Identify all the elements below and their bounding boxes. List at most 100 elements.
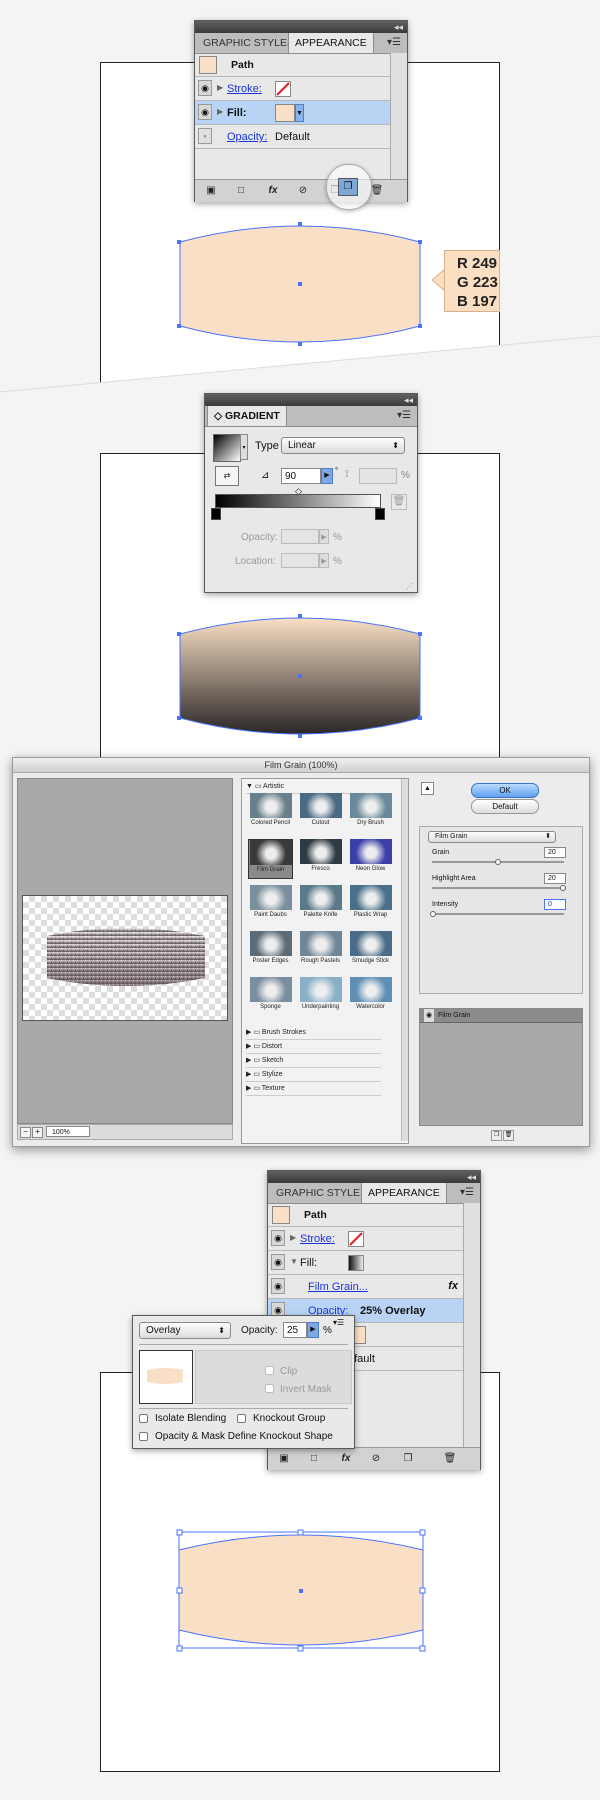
folder-item[interactable]: ▶ ▭ Distort [246,1041,381,1054]
param-slider-knob[interactable] [560,885,566,891]
gradient-stop-left-icon[interactable] [211,508,221,520]
filter-thumb[interactable]: Plastic Wrap [348,885,393,925]
folder-expand-icon[interactable]: ▶ ▭ [246,1057,262,1064]
opacity-input[interactable]: 25 [283,1322,307,1338]
filter-thumb[interactable]: Smudge Stick [348,931,393,971]
filter-thumb[interactable]: Film Grain [248,839,293,879]
type-select[interactable]: Linear ⬍ [281,437,405,454]
new-art-basic-icon[interactable]: ▣ [276,1451,292,1467]
fill-color-swatch[interactable] [275,104,295,122]
filter-thumb[interactable]: Paint Daubs [248,885,293,925]
opacity-mask-thumbnail[interactable] [139,1350,193,1404]
param-slider-track[interactable] [432,887,564,889]
default-button[interactable]: Default [471,799,539,814]
stop-location-input[interactable] [281,553,319,568]
folder-expand-icon[interactable]: ▶ ▭ [246,1071,262,1078]
duplicate-item-highlight-icon[interactable]: ❐ [338,178,358,196]
filter-select[interactable]: Film Grain ⬍ [428,831,556,843]
stroke-none-swatch[interactable] [275,81,291,97]
ok-button[interactable]: OK [471,783,539,798]
opacity-mask-knockout-checkbox[interactable] [139,1432,148,1441]
filter-thumb[interactable]: Colored Pencil [248,793,293,833]
fill-row[interactable]: ◉ ▼ Fill: [268,1251,464,1275]
collapse-icon[interactable]: ◂◂ [404,394,413,406]
delete-effect-layer-icon[interactable]: 🗑 [503,1130,514,1141]
collapse-icon[interactable]: ◂◂ [467,1171,476,1183]
folder-expand-icon[interactable]: ▶ ▭ [246,1043,262,1050]
panel-menu-icon[interactable]: ▾☰ [387,37,401,48]
visibility-eye-icon[interactable]: ◦ [198,128,212,144]
knockout-group-checkbox[interactable] [237,1414,246,1423]
opacity-dropdown-icon[interactable]: ▶ [307,1322,319,1338]
tab-appearance[interactable]: APPEARANCE [288,33,374,53]
fill-label[interactable]: Fill: [227,107,247,119]
visibility-eye-icon[interactable]: ◉ [198,104,212,120]
new-art-basic-icon[interactable]: ▣ [203,183,219,199]
filter-thumb[interactable]: Sponge [248,977,293,1017]
folder-item[interactable]: ▶ ▭ Texture [246,1083,381,1096]
filter-thumb[interactable]: Rough Pastels [298,931,343,971]
tab-graphic-styles[interactable]: GRAPHIC STYLES [270,1183,373,1203]
angle-input[interactable]: 90 [281,468,321,484]
gradient-stop-right-icon[interactable] [375,508,385,520]
param-input[interactable]: 20 [544,873,566,884]
stroke-label[interactable]: Stroke: [227,83,262,95]
stroke-label[interactable]: Stroke: [300,1233,335,1245]
panel-titlebar[interactable]: ◂◂ [268,1171,480,1183]
panel-scrollbar[interactable] [390,53,407,179]
tab-gradient[interactable]: ◇ GRADIENT [207,406,287,426]
panel-menu-icon[interactable]: ▾☰ [397,410,411,421]
panel-scrollbar[interactable] [463,1203,480,1447]
clear-appearance-icon[interactable]: □ [306,1451,322,1467]
visibility-eye-icon[interactable]: ◉ [271,1278,285,1294]
rounded-shape-gradient[interactable] [176,612,426,742]
opacity-row[interactable]: ◦ Opacity: Default [195,125,391,149]
param-input[interactable]: 0 [544,899,566,910]
effect-layer-row[interactable]: ◉ Film Grain [420,1009,582,1023]
param-input[interactable]: 20 [544,847,566,858]
aspect-ratio-input[interactable] [359,468,397,484]
zoom-out-icon[interactable]: − [20,1127,31,1138]
stop-opacity-dropdown-icon[interactable]: ▶ [319,529,329,544]
collapse-gallery-icon[interactable]: ▲ [421,782,434,795]
gradient-preview-swatch[interactable] [213,434,241,462]
fx-icon[interactable]: fx [338,1451,354,1467]
folder-expand-icon[interactable]: ▶ ▭ [246,1029,262,1036]
folder-item[interactable]: ▶ ▭ Sketch [246,1055,381,1068]
no-icon[interactable]: ⊘ [368,1451,384,1467]
fx-icon[interactable]: fx [265,183,281,199]
trash-icon[interactable]: 🗑 [442,1451,458,1467]
effect-film-grain-link[interactable]: Film Grain... [308,1281,368,1293]
expand-triangle-icon[interactable]: ▶ [290,1233,296,1242]
duplicate-item-icon[interactable]: ❐ [400,1451,416,1467]
expand-triangle-icon[interactable]: ▶ [217,83,223,92]
panel-titlebar[interactable]: ◂◂ [195,21,407,33]
panel-menu-icon[interactable]: ▾☰ [460,1187,474,1198]
collapse-icon[interactable]: ◂◂ [394,21,403,33]
tab-appearance[interactable]: APPEARANCE [361,1183,447,1203]
effect-row[interactable]: ◉ Film Grain... fx [268,1275,464,1299]
filter-thumb[interactable]: Cutout [298,793,343,833]
folder-item[interactable]: ▶ ▭ Stylize [246,1069,381,1082]
fill-row[interactable]: ◉ ▶ Fill: ▼ [195,101,391,125]
new-effect-layer-icon[interactable]: ❐ [491,1130,502,1141]
filter-thumb[interactable]: Palette Knife [298,885,343,925]
stop-location-dropdown-icon[interactable]: ▶ [319,553,329,568]
folder-expand-icon[interactable]: ▶ ▭ [246,1085,262,1092]
stop-opacity-input[interactable] [281,529,319,544]
stroke-row[interactable]: ◉ ▶ Stroke: [195,77,391,101]
resize-grip-icon[interactable]: ⋰ [406,582,414,591]
stroke-row[interactable]: ◉ ▶ Stroke: [268,1227,464,1251]
rounded-shape-3[interactable] [174,1528,428,1656]
filter-thumb[interactable]: Watercolor [348,977,393,1017]
panel-titlebar[interactable]: ◂◂ [205,394,417,406]
expand-triangle-icon[interactable]: ▶ [217,107,223,116]
zoom-in-icon[interactable]: + [32,1127,43,1138]
opacity-label[interactable]: Opacity: [227,131,267,143]
angle-dropdown-icon[interactable]: ▶ [321,468,333,484]
delete-stop-icon[interactable]: 🗑 [391,494,407,510]
isolate-blending-checkbox[interactable] [139,1414,148,1423]
filter-thumb[interactable]: Poster Edges [248,931,293,971]
fill-dropdown-arrow-icon[interactable]: ▼ [295,104,304,122]
clear-appearance-icon[interactable]: □ [233,183,249,199]
